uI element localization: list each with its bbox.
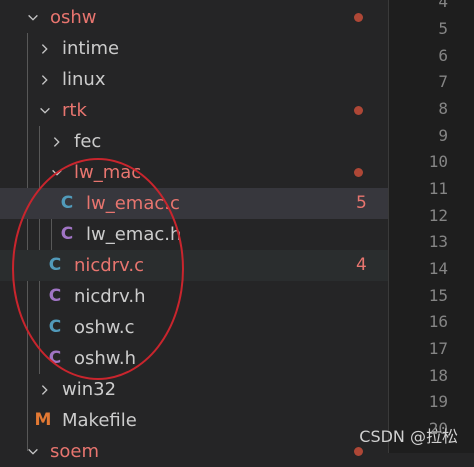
line-number: 10: [428, 152, 448, 171]
chevron-down-icon: [36, 102, 54, 120]
line-number: 17: [428, 339, 448, 358]
tree-item-label: linux: [62, 69, 106, 90]
tree-item-label: intime: [62, 38, 120, 59]
line-number: 14: [428, 259, 448, 278]
file-explorer: oshw intime linux rtk fec lw_mac C lw_em…: [0, 0, 388, 462]
line-number: 13: [428, 232, 448, 251]
tree-item-label: nicdrv.h: [74, 286, 146, 307]
chevron-down-icon: [24, 443, 42, 461]
problem-count-badge: 4: [356, 255, 367, 275]
line-number: 7: [438, 72, 448, 91]
tree-folder-win32[interactable]: win32: [0, 374, 388, 405]
h-file-icon: C: [60, 224, 74, 244]
problem-count-badge: 5: [356, 193, 367, 213]
line-number: 12: [428, 206, 448, 225]
tree-folder-lw-mac[interactable]: lw_mac: [0, 157, 388, 188]
line-number: 19: [428, 392, 448, 411]
line-number: 4: [438, 0, 448, 11]
tree-file-lw-emac-h[interactable]: C lw_emac.h: [0, 219, 388, 250]
tree-item-label: rtk: [62, 100, 87, 121]
chevron-right-icon: [48, 133, 66, 151]
modified-dot-indicator: [354, 106, 363, 115]
tree-item-label: lw_emac.h: [86, 224, 182, 245]
tree-item-label: soem: [50, 441, 99, 462]
tree-file-nicdrv-c[interactable]: C nicdrv.c 4: [0, 250, 388, 281]
tree-folder-soem[interactable]: soem: [0, 436, 388, 467]
c-file-icon: C: [60, 193, 74, 213]
tree-file-oshw-h[interactable]: C oshw.h: [0, 343, 388, 374]
line-number: 18: [428, 366, 448, 385]
tree-item-label: lw_emac.c: [86, 193, 180, 214]
chevron-down-icon: [48, 164, 66, 182]
watermark-text: CSDN @拉松: [359, 427, 458, 446]
h-file-icon: C: [48, 286, 62, 306]
line-number: 8: [438, 99, 448, 118]
line-number: 16: [428, 312, 448, 331]
line-number: 6: [438, 46, 448, 65]
makefile-icon: M: [34, 410, 52, 430]
line-number: 5: [438, 19, 448, 38]
chevron-right-icon: [36, 381, 54, 399]
tree-folder-intime[interactable]: intime: [0, 33, 388, 64]
tree-item-label: lw_mac: [74, 162, 142, 183]
tree-item-label: nicdrv.c: [74, 255, 145, 276]
tree-folder-linux[interactable]: linux: [0, 64, 388, 95]
chevron-down-icon: [24, 9, 42, 27]
c-file-icon: C: [48, 317, 62, 337]
line-number: 15: [428, 286, 448, 305]
chevron-right-icon: [36, 71, 54, 89]
tree-file-nicdrv-h[interactable]: C nicdrv.h: [0, 281, 388, 312]
c-file-icon: C: [48, 255, 62, 275]
tree-item-label: fec: [74, 131, 102, 152]
tree-folder-fec[interactable]: fec: [0, 126, 388, 157]
chevron-right-icon: [36, 40, 54, 58]
line-number: 11: [428, 179, 448, 198]
modified-dot-indicator: [354, 168, 363, 177]
modified-dot-indicator: [354, 13, 363, 22]
tree-item-label: oshw.c: [74, 317, 135, 338]
tree-file-lw-emac-c[interactable]: C lw_emac.c 5: [0, 188, 388, 219]
line-number: 9: [438, 126, 448, 145]
editor-line-gutter: 4 5 6 7 8 9 10 11 12 13 14 15 16 17 18 1…: [389, 0, 474, 453]
tree-folder-rtk[interactable]: rtk: [0, 95, 388, 126]
modified-dot-indicator: [354, 447, 363, 456]
tree-item-label: win32: [62, 379, 117, 400]
tree-folder-oshw[interactable]: oshw: [0, 2, 388, 33]
tree-file-makefile[interactable]: M Makefile: [0, 405, 388, 436]
tree-item-label: Makefile: [62, 410, 137, 431]
tree-file-oshw-c[interactable]: C oshw.c: [0, 312, 388, 343]
tree-item-label: oshw.h: [74, 348, 136, 369]
tree-item-label: oshw: [50, 7, 97, 28]
h-file-icon: C: [48, 348, 62, 368]
